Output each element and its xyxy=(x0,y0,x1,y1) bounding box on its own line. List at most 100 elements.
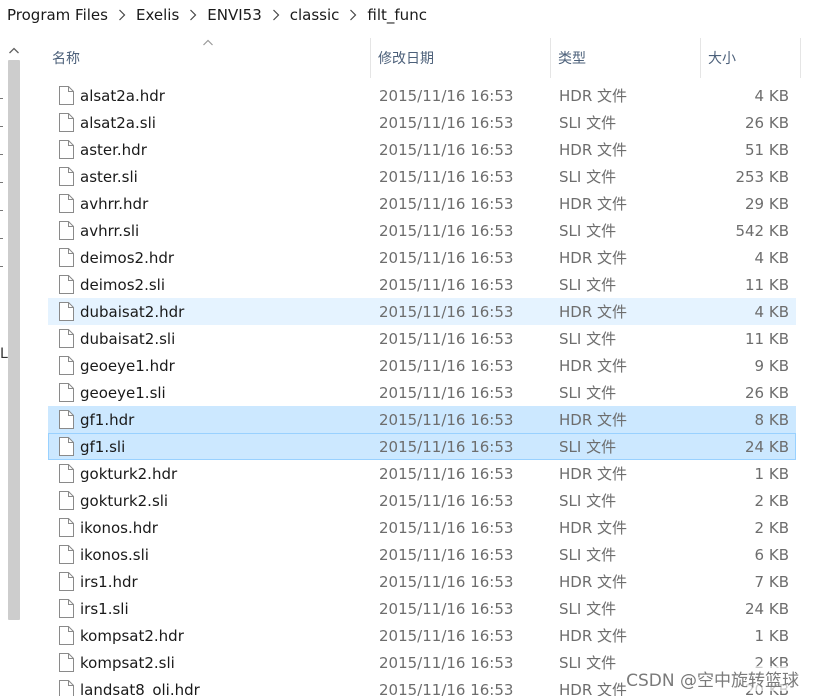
file-type: HDR 文件 xyxy=(559,627,628,645)
file-type: SLI 文件 xyxy=(559,114,617,132)
file-size: 7 KB xyxy=(754,572,789,591)
file-date-modified: 2015/11/16 16:53 xyxy=(379,86,514,105)
file-date-modified: 2015/11/16 16:53 xyxy=(379,275,514,294)
file-row[interactable]: ikonos.sli 2015/11/16 16:53 SLI 文件 6 KB xyxy=(48,541,796,568)
column-header-date[interactable]: 修改日期 xyxy=(362,38,550,78)
file-icon xyxy=(59,302,74,321)
breadcrumb-item-envi53[interactable]: ENVI53 xyxy=(204,6,264,24)
file-date-modified: 2015/11/16 16:53 xyxy=(379,626,514,645)
column-header-type-label: 类型 xyxy=(558,51,586,67)
file-icon xyxy=(59,194,74,213)
navigation-pane-partial-label: L xyxy=(0,346,8,362)
file-size: 24 KB xyxy=(745,437,789,456)
breadcrumb-item-exelis[interactable]: Exelis xyxy=(133,6,182,24)
file-size: 4 KB xyxy=(754,248,789,267)
file-row[interactable]: irs1.hdr 2015/11/16 16:53 HDR 文件 7 KB xyxy=(48,568,796,595)
file-name: gf1.sli xyxy=(80,437,126,456)
file-size: 253 KB xyxy=(735,167,789,186)
file-type: SLI 文件 xyxy=(559,330,617,348)
file-name: gf1.hdr xyxy=(80,410,135,429)
watermark: CSDN @空中旋转篮球 xyxy=(626,666,799,691)
column-header-size[interactable]: 大小 xyxy=(692,38,800,78)
file-size: 9 KB xyxy=(754,356,789,375)
column-header-size-label: 大小 xyxy=(708,51,736,67)
file-name: dubaisat2.sli xyxy=(80,329,176,348)
file-type: SLI 文件 xyxy=(559,492,617,510)
file-icon xyxy=(59,599,74,618)
chevron-right-icon[interactable] xyxy=(265,9,287,21)
file-size: 1 KB xyxy=(754,464,789,483)
file-type: HDR 文件 xyxy=(559,141,628,159)
file-name: avhrr.sli xyxy=(80,221,140,240)
column-header-name[interactable]: 名称 xyxy=(36,38,370,78)
file-row[interactable]: gf1.hdr 2015/11/16 16:53 HDR 文件 8 KB xyxy=(48,406,796,433)
breadcrumb-item-filt-func[interactable]: filt_func xyxy=(364,6,430,24)
file-name: irs1.sli xyxy=(80,599,129,618)
file-type: HDR 文件 xyxy=(559,195,628,213)
file-size: 6 KB xyxy=(754,545,789,564)
file-name: geoeye1.hdr xyxy=(80,356,175,375)
file-size: 4 KB xyxy=(754,302,789,321)
file-name: aster.sli xyxy=(80,167,138,186)
file-icon xyxy=(59,140,74,159)
file-row[interactable]: deimos2.hdr 2015/11/16 16:53 HDR 文件 4 KB xyxy=(48,244,796,271)
file-row[interactable]: gokturk2.hdr 2015/11/16 16:53 HDR 文件 1 KB xyxy=(48,460,796,487)
column-header-type[interactable]: 类型 xyxy=(542,38,700,78)
file-row[interactable]: aster.sli 2015/11/16 16:53 SLI 文件 253 KB xyxy=(48,163,796,190)
file-date-modified: 2015/11/16 16:53 xyxy=(379,113,514,132)
chevron-right-icon[interactable] xyxy=(182,9,204,21)
file-date-modified: 2015/11/16 16:53 xyxy=(379,329,514,348)
scroll-up-arrow-icon[interactable] xyxy=(6,44,22,56)
file-row[interactable]: alsat2a.sli 2015/11/16 16:53 SLI 文件 26 KB xyxy=(48,109,796,136)
file-row[interactable]: dubaisat2.hdr 2015/11/16 16:53 HDR 文件 4 KB xyxy=(48,298,796,325)
file-icon xyxy=(59,167,74,186)
file-icon xyxy=(59,572,74,591)
file-row[interactable]: kompsat2.hdr 2015/11/16 16:53 HDR 文件 1 KB xyxy=(48,622,796,649)
file-name: avhrr.hdr xyxy=(80,194,149,213)
file-row[interactable]: geoeye1.hdr 2015/11/16 16:53 HDR 文件 9 KB xyxy=(48,352,796,379)
file-size: 29 KB xyxy=(745,194,789,213)
file-icon xyxy=(59,383,74,402)
file-row[interactable]: avhrr.sli 2015/11/16 16:53 SLI 文件 542 KB xyxy=(48,217,796,244)
file-size: 51 KB xyxy=(745,140,789,159)
file-size: 542 KB xyxy=(735,221,789,240)
file-row[interactable]: alsat2a.hdr 2015/11/16 16:53 HDR 文件 4 KB xyxy=(48,82,796,109)
file-date-modified: 2015/11/16 16:53 xyxy=(379,356,514,375)
file-name: geoeye1.sli xyxy=(80,383,166,402)
file-row[interactable]: gf1.sli 2015/11/16 16:53 SLI 文件 24 KB xyxy=(48,433,796,460)
chevron-right-icon[interactable] xyxy=(111,9,133,21)
breadcrumb-item-program-files[interactable]: Program Files xyxy=(4,6,111,24)
file-row[interactable]: aster.hdr 2015/11/16 16:53 HDR 文件 51 KB xyxy=(48,136,796,163)
file-row[interactable]: geoeye1.sli 2015/11/16 16:53 SLI 文件 26 KB xyxy=(48,379,796,406)
file-row[interactable]: ikonos.hdr 2015/11/16 16:53 HDR 文件 2 KB xyxy=(48,514,796,541)
tree-line-tick xyxy=(0,238,3,239)
file-date-modified: 2015/11/16 16:53 xyxy=(379,221,514,240)
file-row[interactable]: dubaisat2.sli 2015/11/16 16:53 SLI 文件 11 KB xyxy=(48,325,796,352)
file-icon xyxy=(59,86,74,105)
file-icon xyxy=(59,275,74,294)
file-type: HDR 文件 xyxy=(559,249,628,267)
file-icon xyxy=(59,113,74,132)
file-row[interactable]: irs1.sli 2015/11/16 16:53 SLI 文件 24 KB xyxy=(48,595,796,622)
column-divider[interactable] xyxy=(800,38,801,78)
scrollbar-thumb[interactable] xyxy=(8,60,20,620)
file-name: irs1.hdr xyxy=(80,572,138,591)
column-header-bar: 名称 修改日期 类型 大小 xyxy=(36,38,813,78)
tree-line-tick xyxy=(0,126,3,127)
file-date-modified: 2015/11/16 16:53 xyxy=(379,599,514,618)
tree-line-tick xyxy=(0,98,3,99)
chevron-right-icon[interactable] xyxy=(342,9,364,21)
file-row[interactable]: deimos2.sli 2015/11/16 16:53 SLI 文件 11 KB xyxy=(48,271,796,298)
file-size: 26 KB xyxy=(745,383,789,402)
breadcrumb-item-classic[interactable]: classic xyxy=(287,6,343,24)
file-icon xyxy=(59,356,74,375)
file-row[interactable]: gokturk2.sli 2015/11/16 16:53 SLI 文件 2 KB xyxy=(48,487,796,514)
tree-line-tick xyxy=(0,154,3,155)
file-row[interactable]: avhrr.hdr 2015/11/16 16:53 HDR 文件 29 KB xyxy=(48,190,796,217)
file-type: HDR 文件 xyxy=(559,465,628,483)
file-date-modified: 2015/11/16 16:53 xyxy=(379,491,514,510)
file-type: HDR 文件 xyxy=(559,357,628,375)
file-name: deimos2.hdr xyxy=(80,248,175,267)
file-type: SLI 文件 xyxy=(559,438,617,456)
navigation-pane-scrollbar[interactable]: L xyxy=(0,38,28,696)
